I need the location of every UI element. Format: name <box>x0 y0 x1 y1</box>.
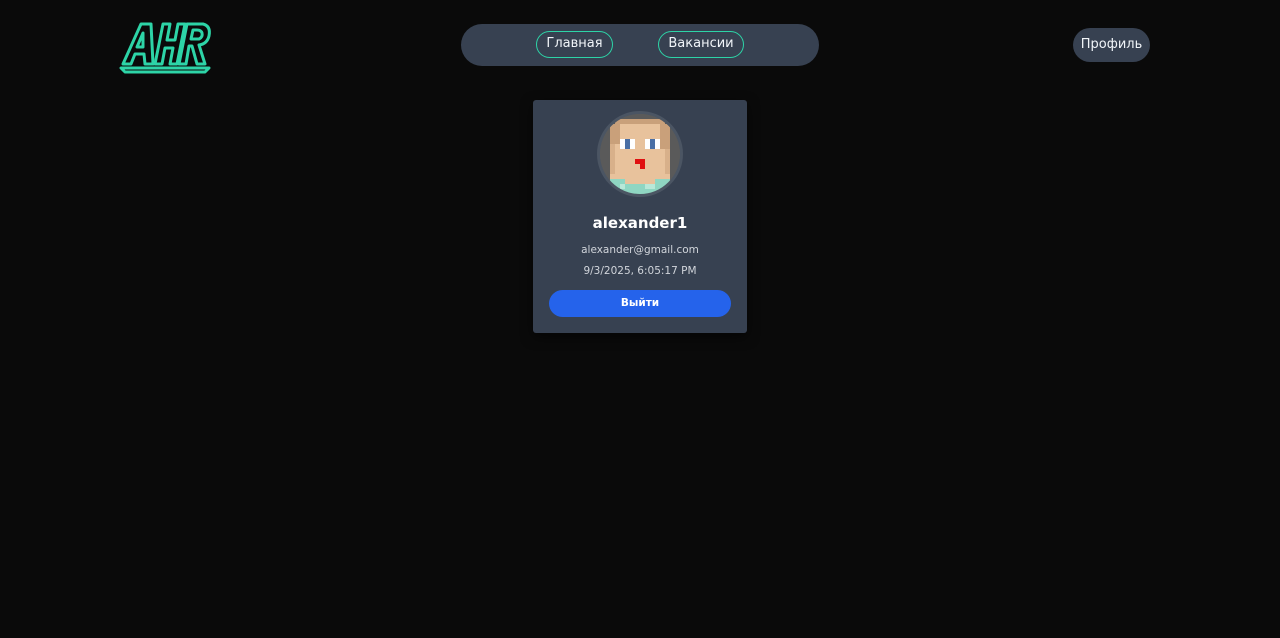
logout-button[interactable]: Выйти <box>549 290 731 317</box>
nav-vacancies-button[interactable]: Вакансии <box>658 31 744 58</box>
nav-home-button[interactable]: Главная <box>536 31 613 58</box>
profile-button[interactable]: Профиль <box>1073 28 1150 62</box>
pixel-face-avatar-icon <box>600 114 680 194</box>
ahr-logo-icon <box>119 22 211 74</box>
profile-username: alexander1 <box>592 214 688 232</box>
profile-email: alexander@gmail.com <box>581 244 699 256</box>
profile-created-date: 9/3/2025, 6:05:17 PM <box>583 265 697 277</box>
profile-card: alexander1 alexander@gmail.com 9/3/2025,… <box>533 100 747 333</box>
main-nav: Главная Вакансии <box>461 24 819 66</box>
site-logo[interactable] <box>119 18 215 74</box>
avatar <box>597 111 683 197</box>
